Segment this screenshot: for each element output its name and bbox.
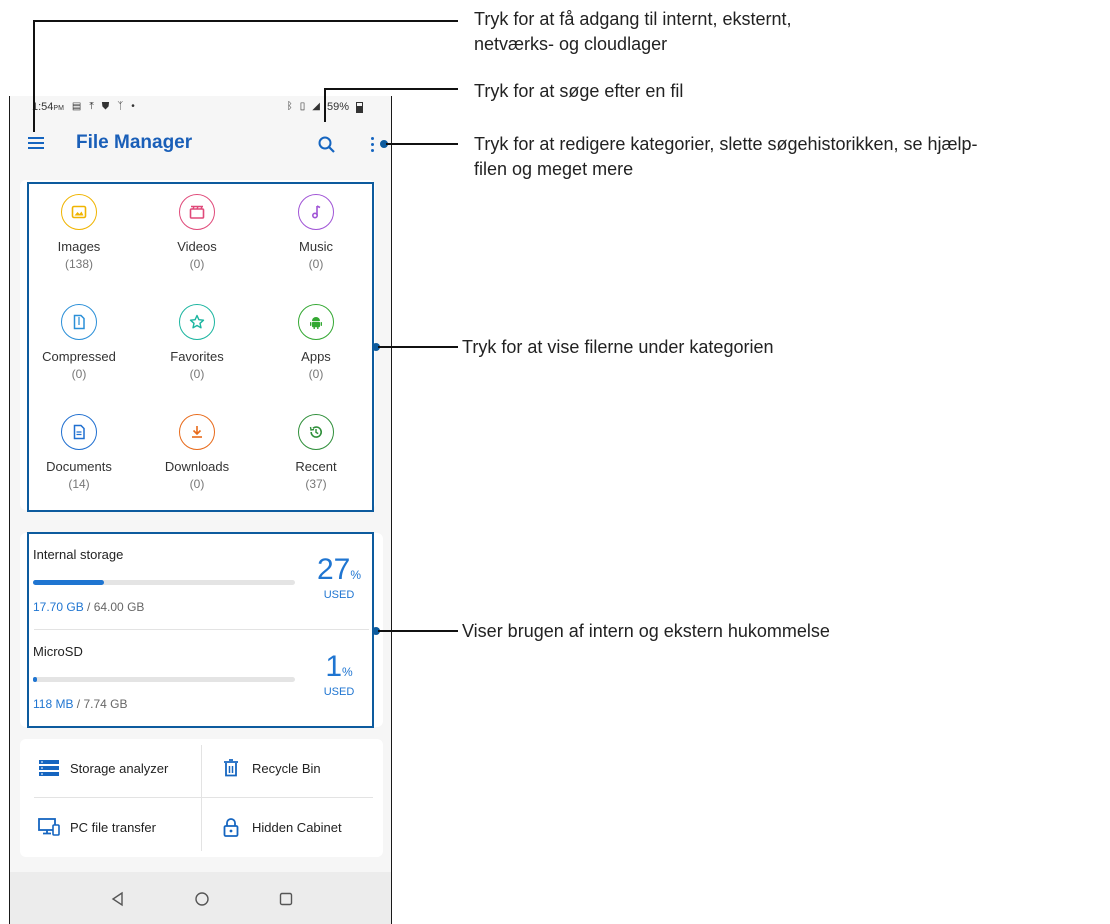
callout-menu: Tryk for at få adgang til internt, ekste…	[474, 9, 792, 54]
trash-icon	[220, 757, 242, 779]
tool-label: Hidden Cabinet	[252, 819, 342, 835]
pc-file-transfer-button[interactable]: PC file transfer	[20, 798, 190, 856]
tools-card: Storage analyzer Recycle Bin PC file tra…	[20, 739, 383, 857]
navigation-bar	[10, 872, 391, 924]
bluetooth-icon: ᛒ	[286, 101, 293, 112]
pc-transfer-icon	[38, 816, 60, 838]
recents-icon[interactable]	[276, 889, 296, 909]
status-time: 1:54PM	[32, 101, 64, 113]
vibrate-icon: ▯	[299, 101, 306, 112]
search-icon[interactable]	[316, 134, 338, 156]
menu-icon[interactable]	[26, 134, 48, 154]
storage-analyzer-button[interactable]: Storage analyzer	[20, 739, 190, 797]
callout-search: Tryk for at søge efter en fil	[474, 81, 684, 101]
leader-line	[324, 88, 326, 122]
storage-list-icon	[38, 757, 60, 779]
leader-line	[324, 88, 458, 90]
status-bar: 1:54PM ▤ ⤒ ⛊ ᛉ • ᛒ ▯ ◢ 59%	[10, 96, 391, 120]
app-bar: File Manager	[10, 126, 391, 162]
tool-label: PC file transfer	[70, 819, 156, 835]
battery-icon	[356, 101, 363, 113]
callout-storage: Viser brugen af intern og ekstern hukomm…	[462, 621, 830, 641]
callout-categories: Tryk for at vise filerne under kategorie…	[462, 337, 774, 357]
tool-label: Storage analyzer	[70, 760, 169, 776]
recycle-bin-button[interactable]: Recycle Bin	[202, 739, 372, 797]
storage-highlight-box	[27, 532, 374, 728]
callout-more: Tryk for at redigere kategorier, slette …	[474, 134, 978, 179]
more-vert-icon[interactable]	[366, 134, 380, 156]
back-icon[interactable]	[108, 889, 128, 909]
categories-highlight-box	[27, 182, 374, 512]
page-title: File Manager	[76, 132, 193, 153]
leader-line	[378, 346, 458, 348]
shield-icon: ⛊	[101, 101, 110, 112]
calendar-icon: ▤	[71, 101, 82, 112]
hidden-cabinet-button[interactable]: Hidden Cabinet	[202, 798, 372, 856]
home-icon[interactable]	[192, 889, 212, 909]
dot-icon: •	[131, 101, 135, 112]
leader-line	[33, 20, 458, 22]
cell-signal-icon: ◢	[312, 101, 320, 112]
tool-label: Recycle Bin	[252, 760, 321, 776]
signal-off-icon: ᛉ	[117, 101, 124, 112]
leader-line	[33, 20, 35, 132]
leader-line	[378, 630, 458, 632]
battery-percent: 59%	[326, 101, 349, 113]
upload-icon: ⤒	[89, 101, 94, 112]
leader-line	[386, 143, 458, 145]
lock-icon	[220, 816, 242, 838]
